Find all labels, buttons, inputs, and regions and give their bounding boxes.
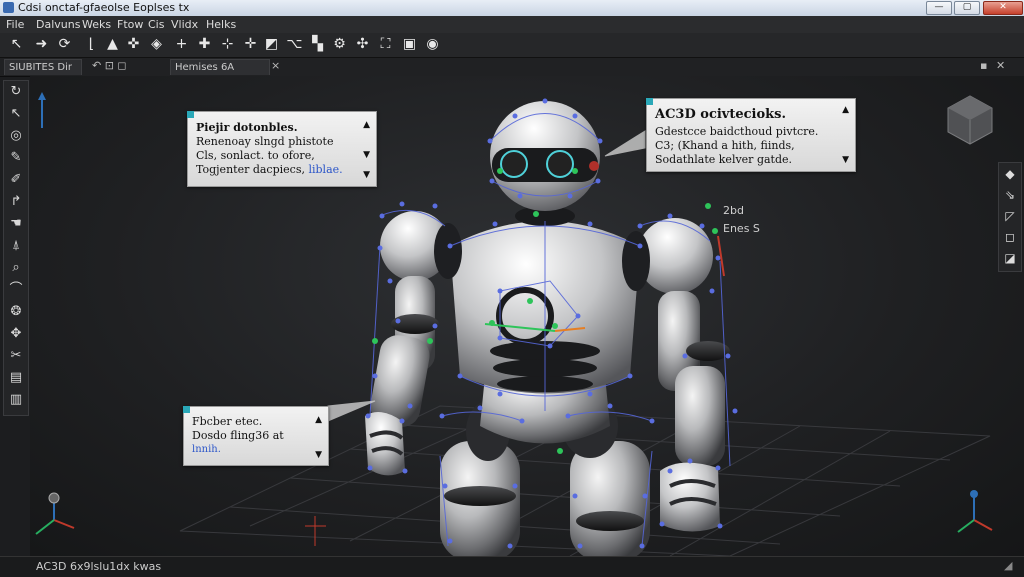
axis-gizmo-left — [35, 492, 75, 535]
scale-icon[interactable]: ✜ — [125, 36, 142, 53]
main-toolbar: ↖ ➜ ⟳ ⌊ ▲ ✜ ◈ + ✚ ⊹ ✛ ◩ ⌥ ▚ ⚙ ✣ ⛶ ▣ ◉ — [0, 33, 1024, 58]
weld-icon[interactable]: ✣ — [354, 36, 371, 53]
title-bar: Cdsi onctaf-gfaeolse Eoplses tx — ▢ ✕ — [0, 0, 1024, 16]
callout-pin-icon — [183, 406, 190, 413]
callout-line: Sodathlate kelver gatde. — [655, 153, 793, 166]
menu-weks[interactable]: Weks — [82, 18, 111, 31]
callout-line: Renenoay slngd phistote — [196, 135, 334, 148]
globe-icon[interactable]: ◉ — [424, 36, 441, 53]
vertex-up-icon[interactable]: ▲ — [104, 36, 121, 53]
split-icon[interactable]: ✚ — [196, 36, 213, 53]
menu-helks[interactable]: Helks — [206, 18, 236, 31]
3d-viewport[interactable]: 2bd Enes S Piejir dotonbles. Renenoay sl… — [30, 76, 1024, 556]
rotate-icon[interactable]: ⟳ — [56, 36, 73, 53]
bridge-icon[interactable]: ⛶ — [377, 36, 394, 53]
tab-objects[interactable]: SIUBITES Dir — [4, 59, 82, 75]
select-arrow-icon[interactable]: ↖ — [8, 36, 25, 53]
chevron-up-icon[interactable]: ▲ — [363, 120, 370, 130]
hand-icon[interactable]: ☚ — [6, 215, 26, 233]
menu-cis[interactable]: Cis — [148, 18, 164, 31]
layers-icon[interactable]: ▤ — [6, 369, 26, 387]
cut-icon[interactable]: ▚ — [309, 36, 326, 53]
chevron-down-icon[interactable]: ▼ — [363, 170, 370, 180]
curve-icon[interactable]: ↱ — [6, 193, 26, 211]
add-icon[interactable]: + — [173, 36, 190, 53]
measure-icon[interactable]: ⍋ — [6, 237, 26, 255]
callout-left-bottom[interactable]: Fbcber etec. Dosdo fling36 at lnnih. ▲ ▼ — [183, 406, 329, 466]
menu-ftow[interactable]: Ftow — [117, 18, 143, 31]
properties-icon[interactable]: ▥ — [6, 391, 26, 409]
document-tabs: SIUBITES Dir ↶ ⊡ ◻ Hemises 6A Cirfblars … — [0, 58, 1024, 89]
callout-title: Fbcber etec. — [192, 415, 263, 428]
frame-icon[interactable]: ◻ — [1000, 228, 1020, 246]
paint-icon[interactable]: ✥ — [6, 325, 26, 343]
callout-link[interactable]: liblae. — [308, 163, 342, 176]
wireframe-icon[interactable]: ◸ — [1000, 207, 1020, 225]
resize-grip-icon[interactable]: ◢ — [1004, 559, 1012, 572]
close-button[interactable]: ✕ — [983, 1, 1023, 15]
rotate-view-icon[interactable]: ⇘ — [1000, 186, 1020, 204]
status-text: AC3D 6x9lslu1dx kwas — [36, 560, 162, 573]
callout-pin-icon — [187, 111, 194, 118]
menu-bar: File Dalvuns Weks Ftow Cis Vlidx Helks — [0, 16, 1024, 33]
callout-line: Gdestcce baidcthoud pivtcre. — [655, 125, 819, 138]
brush-icon[interactable]: ✎ — [6, 149, 26, 167]
callout-text: Togjenter dacpiecs, — [196, 163, 309, 176]
panel-minimize-icon[interactable]: ▪ — [980, 59, 987, 72]
callout-left-top[interactable]: Piejir dotonbles. Renenoay slngd phistot… — [187, 111, 377, 187]
callout-right-top[interactable]: AC3D ocivtecioks. Gdestcce baidcthoud pi… — [646, 98, 856, 172]
menu-dalvuns[interactable]: Dalvuns — [36, 18, 80, 31]
pointer-icon[interactable]: ↖ — [6, 105, 26, 123]
extrude-icon[interactable]: ⌊ — [83, 36, 100, 53]
app-icon — [3, 2, 14, 13]
insert-icon[interactable]: ✛ — [242, 36, 259, 53]
arc-icon[interactable]: ⌒ — [6, 281, 26, 299]
snap-icon[interactable]: ◈ — [148, 36, 165, 53]
merge-icon[interactable]: ⌥ — [286, 36, 303, 53]
gear-icon[interactable]: ⚙ — [331, 36, 348, 53]
callout-line: C3; (Khand a hith, fiinds, — [655, 139, 795, 152]
vertex-readout-line2: Enes S — [723, 222, 760, 235]
pen-icon[interactable]: ✐ — [6, 171, 26, 189]
callout-link[interactable]: lnnih. — [192, 444, 221, 455]
zoom-icon[interactable]: ⌕ — [6, 259, 26, 277]
tab-close-button[interactable]: × — [271, 59, 280, 72]
target-icon[interactable]: ◎ — [6, 127, 26, 145]
callout-line: Dosdo fling36 at — [192, 429, 284, 442]
bevel-icon[interactable]: ◩ — [263, 36, 280, 53]
robot-model-render[interactable] — [30, 76, 1024, 556]
minimize-button[interactable]: — — [926, 1, 952, 15]
maximize-button[interactable]: ▢ — [954, 1, 980, 15]
status-bar: AC3D 6x9lslu1dx kwas ◢ — [0, 556, 1024, 577]
panel-close-icon[interactable]: ✕ — [996, 59, 1005, 72]
window-title: Cdsi onctaf-gfaeolse Eoplses tx — [18, 1, 190, 14]
render-icon[interactable]: ▣ — [401, 36, 418, 53]
shading-icon[interactable]: ◆ — [1000, 165, 1020, 183]
callout-line: Togjenter dacpiecs, liblae. — [196, 163, 343, 176]
menu-file[interactable]: File — [6, 18, 24, 31]
callout-title: AC3D ocivtecioks. — [655, 107, 787, 122]
callout-line: Cls, sonlact. to ofore, — [196, 149, 315, 162]
material-icon[interactable]: ❂ — [6, 303, 26, 321]
menu-vlidx[interactable]: Vlidx — [171, 18, 198, 31]
orbit-icon[interactable]: ↻ — [6, 83, 26, 101]
tab-scene[interactable]: Hemises 6A Cirfblars — [170, 59, 270, 89]
chevron-down-icon[interactable]: ▼ — [315, 450, 322, 460]
callout-title: Piejir dotonbles. — [196, 121, 298, 134]
view-cube-icon — [947, 95, 993, 145]
right-view-panel: ◆ ⇘ ◸ ◻ ◪ — [998, 162, 1022, 272]
axis-gizmo-right — [957, 490, 993, 533]
chevron-down-icon[interactable]: ▼ — [363, 150, 370, 160]
callout-pin-icon — [646, 98, 653, 105]
loop-icon[interactable]: ⊹ — [219, 36, 236, 53]
chevron-down-icon[interactable]: ▼ — [842, 155, 849, 165]
chevron-up-icon[interactable]: ▲ — [842, 105, 849, 115]
vertex-readout-line1: 2bd — [723, 204, 744, 217]
knife-icon[interactable]: ✂ — [6, 347, 26, 365]
tab-tools-icons[interactable]: ↶ ⊡ ◻ — [92, 59, 127, 72]
move-arrow-icon[interactable]: ➜ — [33, 36, 50, 53]
left-tool-panel: ↻ ↖ ◎ ✎ ✐ ↱ ☚ ⍋ ⌕ ⌒ ❂ ✥ ✂ ▤ ▥ — [3, 80, 29, 416]
chevron-up-icon[interactable]: ▲ — [315, 415, 322, 425]
slice-icon[interactable]: ◪ — [1000, 249, 1020, 267]
